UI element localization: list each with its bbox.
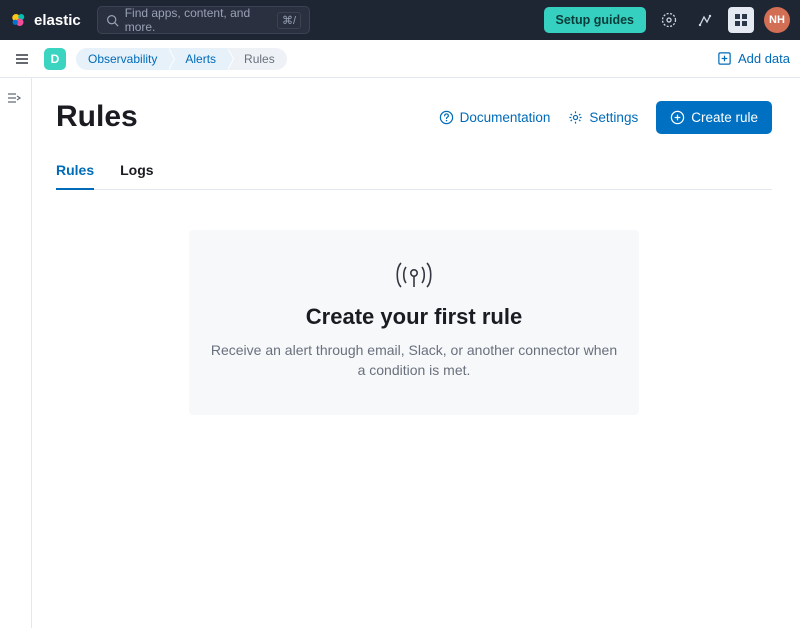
empty-title: Create your first rule <box>209 304 619 330</box>
create-rule-button[interactable]: Create rule <box>656 101 772 134</box>
breadcrumb-observability[interactable]: Observability <box>76 48 169 70</box>
add-data-button[interactable]: Add data <box>717 51 790 66</box>
sidebar-expand-icon[interactable] <box>6 90 26 110</box>
help-icon[interactable] <box>656 7 682 33</box>
gear-icon <box>568 110 583 125</box>
nav-toggle-icon[interactable] <box>10 47 34 71</box>
broadcast-icon <box>209 260 619 290</box>
newsfeed-icon[interactable] <box>692 7 718 33</box>
search-kbd-hint: ⌘/ <box>277 12 301 29</box>
page-layout: Rules Documentation Settings Create rule… <box>0 78 800 628</box>
settings-label: Settings <box>589 110 638 125</box>
add-data-icon <box>717 51 732 66</box>
breadcrumb-alerts[interactable]: Alerts <box>169 48 228 70</box>
page-title: Rules <box>56 100 138 134</box>
page-actions: Documentation Settings Create rule <box>439 101 772 134</box>
create-rule-label: Create rule <box>691 110 758 125</box>
brand-logo[interactable]: elastic <box>10 11 81 29</box>
empty-description: Receive an alert through email, Slack, o… <box>209 340 619 381</box>
search-icon <box>106 14 119 27</box>
page-main: Rules Documentation Settings Create rule… <box>32 78 800 628</box>
space-selector[interactable]: D <box>44 48 66 70</box>
help-circle-icon <box>439 110 454 125</box>
documentation-link[interactable]: Documentation <box>439 110 551 125</box>
global-header: elastic Find apps, content, and more. ⌘/… <box>0 0 800 40</box>
search-placeholder: Find apps, content, and more. <box>125 6 271 34</box>
apps-icon[interactable] <box>728 7 754 33</box>
global-search[interactable]: Find apps, content, and more. ⌘/ <box>97 6 310 34</box>
documentation-label: Documentation <box>460 110 551 125</box>
breadcrumb: Observability Alerts Rules <box>76 48 287 70</box>
setup-guides-button[interactable]: Setup guides <box>544 7 646 33</box>
collapsed-sidebar <box>0 78 32 628</box>
elastic-logo-icon <box>10 11 28 29</box>
breadcrumb-rules: Rules <box>228 48 287 70</box>
user-avatar[interactable]: NH <box>764 7 790 33</box>
global-search-wrap: Find apps, content, and more. ⌘/ <box>97 6 310 34</box>
settings-link[interactable]: Settings <box>568 110 638 125</box>
tab-rules[interactable]: Rules <box>56 156 94 190</box>
page-header: Rules Documentation Settings Create rule <box>56 100 772 134</box>
brand-name: elastic <box>34 12 81 29</box>
sub-header: D Observability Alerts Rules Add data <box>0 40 800 78</box>
empty-state: Create your first rule Receive an alert … <box>189 230 639 415</box>
plus-circle-icon <box>670 110 685 125</box>
tab-logs[interactable]: Logs <box>120 156 153 189</box>
tabs: Rules Logs <box>56 156 772 190</box>
add-data-label: Add data <box>738 51 790 66</box>
